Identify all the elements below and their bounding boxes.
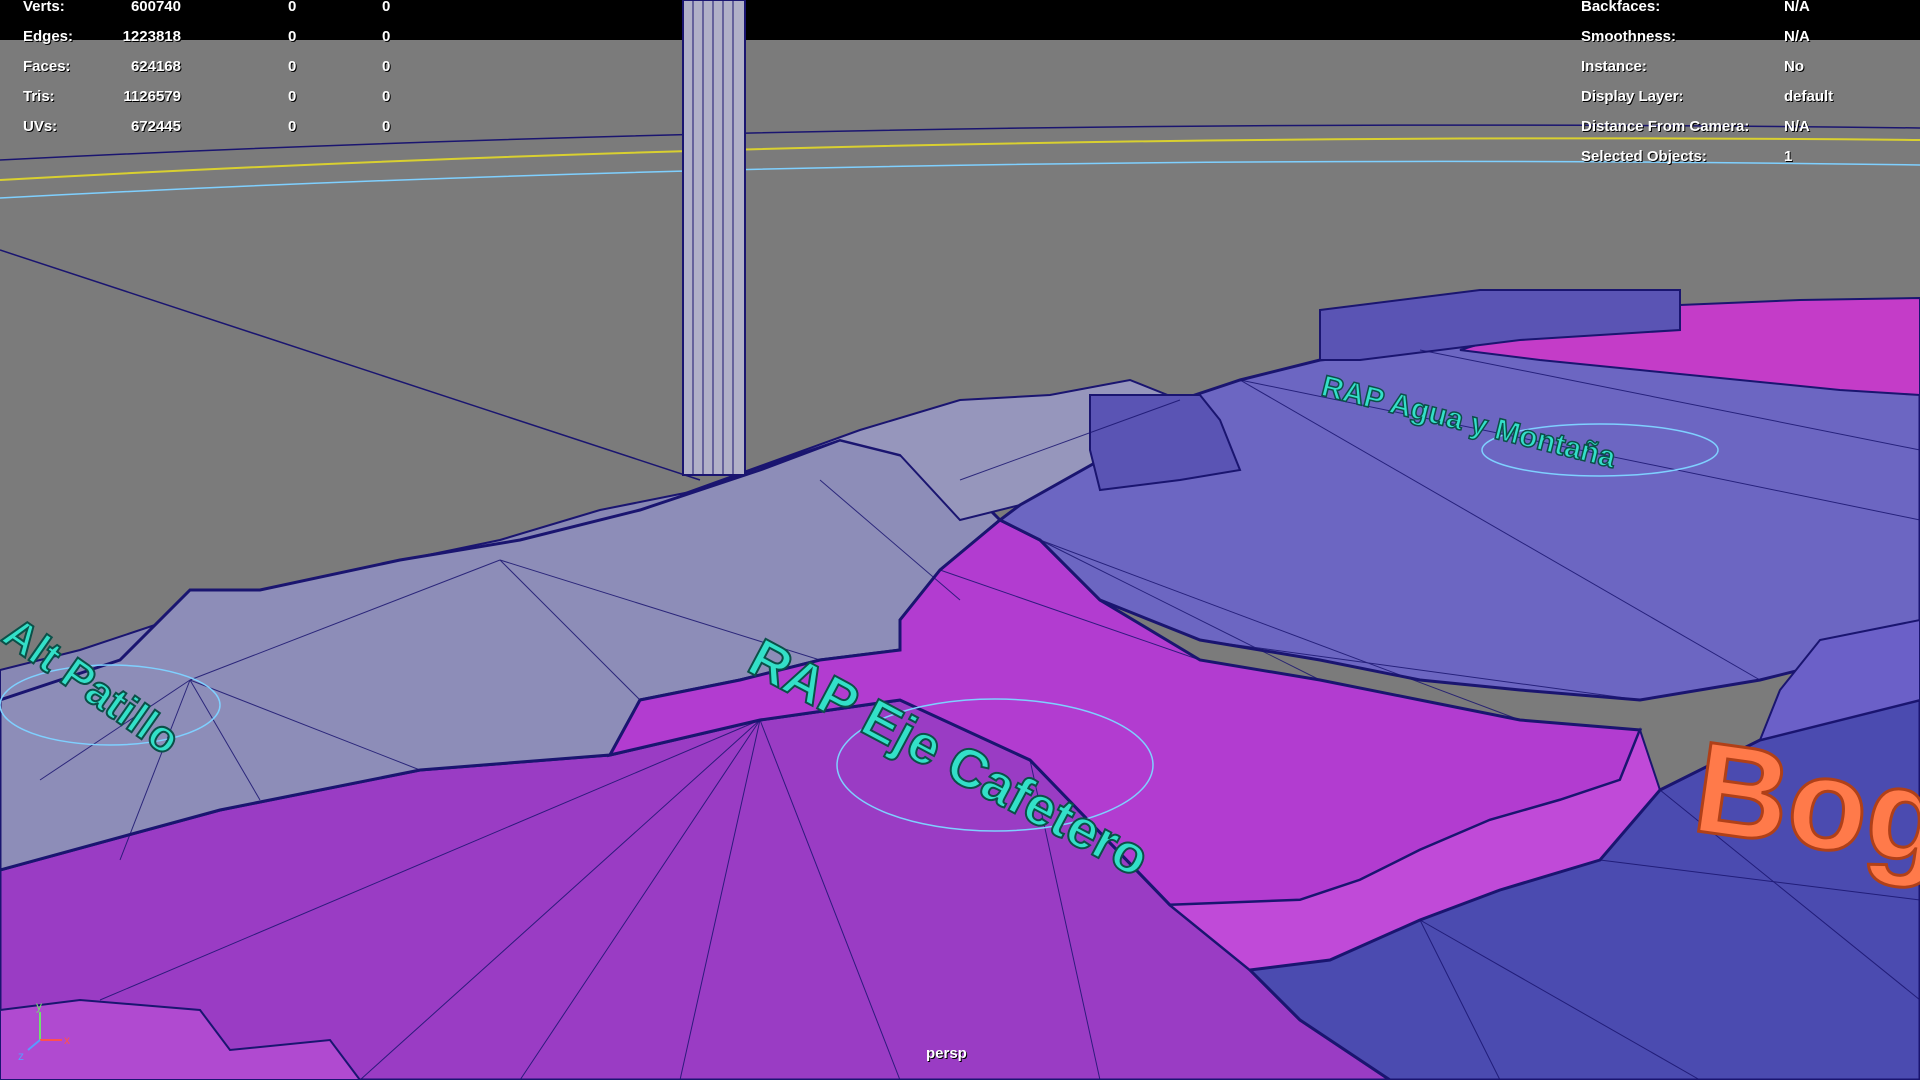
hud-row-detail: Distance From Camera: N/A xyxy=(1581,112,1911,142)
hud-detail-value: No xyxy=(1784,58,1804,75)
hud-row-tris: Tris: 1126579 0 0 xyxy=(23,82,443,112)
hud-detail-label: Distance From Camera: xyxy=(1581,118,1750,135)
pillar-cylinder[interactable] xyxy=(682,0,746,476)
hud-value-selected: 0 xyxy=(288,58,297,75)
hud-value-total: 600740 xyxy=(130,0,181,15)
hud-row-faces: Faces: 624168 0 0 xyxy=(23,52,443,82)
camera-name-label: persp xyxy=(926,1045,967,1062)
hud-value-selected-sub: 0 xyxy=(382,28,391,45)
maya-viewport[interactable]: RAP Eje Cafetero Alt Patillo RAP Agua y … xyxy=(0,0,1920,1080)
hud-row-detail: Backfaces: N/A xyxy=(1581,0,1911,22)
hud-value-selected-sub: 0 xyxy=(382,88,391,105)
hud-value-selected-sub: 0 xyxy=(382,0,391,15)
hud-detail-label: Display Layer: xyxy=(1581,88,1684,105)
hud-object-details: Backfaces: N/A Smoothness: N/A Instance: No Di… xyxy=(1581,0,1911,172)
axis-y-label: y xyxy=(36,999,42,1013)
hud-detail-value: default xyxy=(1784,88,1834,105)
hud-detail-label: Smoothness: xyxy=(1581,28,1677,45)
hud-row-edges: Edges: 1223818 0 0 xyxy=(23,22,443,52)
hud-value-selected: 0 xyxy=(288,88,297,105)
hud-row-detail: Smoothness: N/A xyxy=(1581,22,1911,52)
hud-detail-value: N/A xyxy=(1784,118,1810,135)
hud-detail-value: N/A xyxy=(1784,28,1810,45)
construction-line xyxy=(0,249,701,481)
hud-row-detail: Selected Objects: 1 xyxy=(1581,142,1911,172)
hud-detail-value: N/A xyxy=(1784,0,1810,15)
axis-x-label: x xyxy=(64,1033,70,1047)
hud-detail-label: Selected Objects: xyxy=(1581,148,1707,165)
hud-value-total: 1126579 xyxy=(123,88,181,105)
hud-value-selected: 0 xyxy=(288,28,297,45)
hud-detail-label: Backfaces: xyxy=(1581,0,1661,15)
hud-detail-value: 1 xyxy=(1784,148,1793,165)
hud-detail-label: Instance: xyxy=(1581,58,1647,75)
hud-value-selected: 0 xyxy=(288,0,297,15)
hud-row-detail: Instance: No xyxy=(1581,52,1911,82)
axis-z-label: z xyxy=(18,1049,24,1063)
hud-value-selected-sub: 0 xyxy=(382,58,391,75)
hud-row-verts: Verts: 600740 0 0 xyxy=(23,0,443,22)
hud-value-total: 672445 xyxy=(130,118,181,135)
hud-poly-count: Verts: 600740 0 0 Edges: 1223818 0 0 Faces: 62416… xyxy=(23,0,443,142)
hud-value-total: 1223818 xyxy=(122,28,181,45)
hud-row-detail: Display Layer: default xyxy=(1581,82,1911,112)
hud-value-selected: 0 xyxy=(288,118,297,135)
hud-value-selected-sub: 0 xyxy=(382,118,391,135)
hud-value-total: 624168 xyxy=(130,58,181,75)
hud-row-uvs: UVs: 672445 0 0 xyxy=(23,112,443,142)
